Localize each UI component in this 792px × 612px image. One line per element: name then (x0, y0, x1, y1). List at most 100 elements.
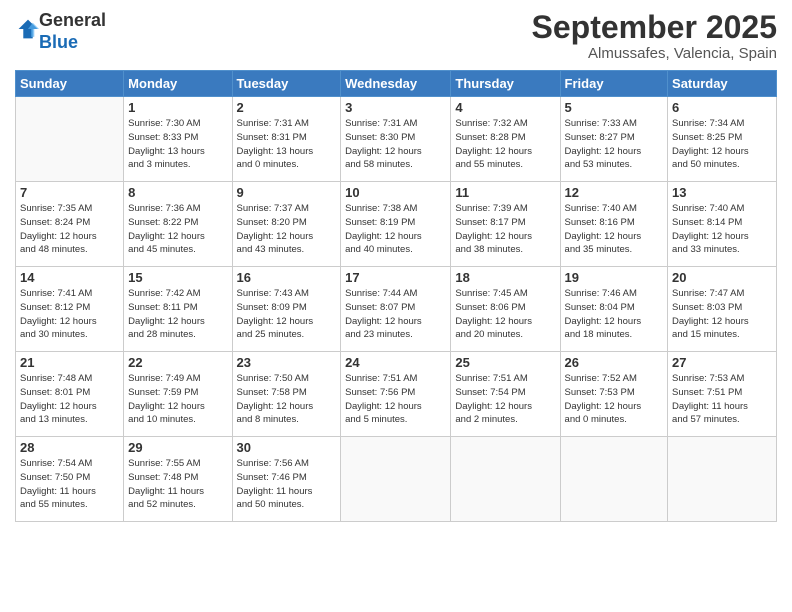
day-number: 16 (237, 270, 337, 285)
day-number: 1 (128, 100, 227, 115)
calendar-cell: 3 Sunrise: 7:31 AM Sunset: 8:30 PM Daylig… (341, 97, 451, 182)
calendar-cell: 25 Sunrise: 7:51 AM Sunset: 7:54 PM Dayli… (451, 352, 560, 437)
day-number: 7 (20, 185, 119, 200)
title-block: September 2025 Almussafes, Valencia, Spa… (532, 10, 777, 62)
calendar-week-row: 7 Sunrise: 7:35 AM Sunset: 8:24 PM Daylig… (16, 182, 777, 267)
calendar-cell: 30Sunrise: 7:56 AM Sunset: 7:46 PM Dayli… (232, 437, 341, 522)
day-info: Sunrise: 7:47 AM Sunset: 8:03 PM Dayligh… (672, 287, 772, 342)
calendar-week-row: 21Sunrise: 7:48 AM Sunset: 8:01 PM Dayli… (16, 352, 777, 437)
calendar-cell (451, 437, 560, 522)
day-number: 3 (345, 100, 446, 115)
day-info: Sunrise: 7:35 AM Sunset: 8:24 PM Dayligh… (20, 202, 119, 257)
day-info: Sunrise: 7:31 AM Sunset: 8:31 PM Dayligh… (237, 117, 337, 172)
day-number: 19 (565, 270, 664, 285)
day-number: 17 (345, 270, 446, 285)
day-info: Sunrise: 7:45 AM Sunset: 8:06 PM Dayligh… (455, 287, 555, 342)
calendar-cell: 5 Sunrise: 7:33 AM Sunset: 8:27 PM Daylig… (560, 97, 668, 182)
day-number: 24 (345, 355, 446, 370)
calendar-cell: 29Sunrise: 7:55 AM Sunset: 7:48 PM Dayli… (124, 437, 232, 522)
calendar-cell: 9 Sunrise: 7:37 AM Sunset: 8:20 PM Daylig… (232, 182, 341, 267)
day-number: 29 (128, 440, 227, 455)
calendar-cell: 4 Sunrise: 7:32 AM Sunset: 8:28 PM Daylig… (451, 97, 560, 182)
day-info: Sunrise: 7:40 AM Sunset: 8:16 PM Dayligh… (565, 202, 664, 257)
day-info: Sunrise: 7:46 AM Sunset: 8:04 PM Dayligh… (565, 287, 664, 342)
calendar-cell: 20Sunrise: 7:47 AM Sunset: 8:03 PM Dayli… (668, 267, 777, 352)
day-info: Sunrise: 7:40 AM Sunset: 8:14 PM Dayligh… (672, 202, 772, 257)
weekday-header-row: SundayMondayTuesdayWednesdayThursdayFrid… (16, 71, 777, 97)
day-number: 9 (237, 185, 337, 200)
day-info: Sunrise: 7:52 AM Sunset: 7:53 PM Dayligh… (565, 372, 664, 427)
day-info: Sunrise: 7:51 AM Sunset: 7:54 PM Dayligh… (455, 372, 555, 427)
day-info: Sunrise: 7:33 AM Sunset: 8:27 PM Dayligh… (565, 117, 664, 172)
day-number: 22 (128, 355, 227, 370)
calendar-cell: 17 Sunrise: 7:44 AM Sunset: 8:07 PM Dayli… (341, 267, 451, 352)
logo-icon (17, 18, 39, 40)
logo: General Blue (15, 10, 106, 53)
day-info: Sunrise: 7:34 AM Sunset: 8:25 PM Dayligh… (672, 117, 772, 172)
day-number: 25 (455, 355, 555, 370)
calendar-cell: 22 Sunrise: 7:49 AM Sunset: 7:59 PM Dayli… (124, 352, 232, 437)
calendar-cell (668, 437, 777, 522)
calendar-cell: 16 Sunrise: 7:43 AM Sunset: 8:09 PM Dayli… (232, 267, 341, 352)
calendar-week-row: 1Sunrise: 7:30 AM Sunset: 8:33 PM Daylig… (16, 97, 777, 182)
calendar-cell (16, 97, 124, 182)
day-number: 23 (237, 355, 337, 370)
calendar-cell: 7 Sunrise: 7:35 AM Sunset: 8:24 PM Daylig… (16, 182, 124, 267)
weekday-header: Sunday (16, 71, 124, 97)
day-info: Sunrise: 7:42 AM Sunset: 8:11 PM Dayligh… (128, 287, 227, 342)
day-number: 12 (565, 185, 664, 200)
day-number: 11 (455, 185, 555, 200)
day-info: Sunrise: 7:44 AM Sunset: 8:07 PM Dayligh… (345, 287, 446, 342)
calendar-cell: 2 Sunrise: 7:31 AM Sunset: 8:31 PM Daylig… (232, 97, 341, 182)
day-info: Sunrise: 7:49 AM Sunset: 7:59 PM Dayligh… (128, 372, 227, 427)
page: General Blue September 2025 Almussafes, … (0, 0, 792, 612)
calendar-cell (341, 437, 451, 522)
day-number: 27 (672, 355, 772, 370)
calendar-cell: 12 Sunrise: 7:40 AM Sunset: 8:16 PM Dayli… (560, 182, 668, 267)
calendar-cell: 18 Sunrise: 7:45 AM Sunset: 8:06 PM Dayli… (451, 267, 560, 352)
day-info: Sunrise: 7:39 AM Sunset: 8:17 PM Dayligh… (455, 202, 555, 257)
calendar-cell: 24 Sunrise: 7:51 AM Sunset: 7:56 PM Dayli… (341, 352, 451, 437)
calendar-cell: 23 Sunrise: 7:50 AM Sunset: 7:58 PM Dayli… (232, 352, 341, 437)
calendar-cell: 14Sunrise: 7:41 AM Sunset: 8:12 PM Dayli… (16, 267, 124, 352)
logo-blue: Blue (39, 32, 78, 52)
weekday-header: Tuesday (232, 71, 341, 97)
calendar-cell: 8Sunrise: 7:36 AM Sunset: 8:22 PM Daylig… (124, 182, 232, 267)
calendar-cell: 19 Sunrise: 7:46 AM Sunset: 8:04 PM Dayli… (560, 267, 668, 352)
day-number: 2 (237, 100, 337, 115)
day-number: 10 (345, 185, 446, 200)
day-info: Sunrise: 7:54 AM Sunset: 7:50 PM Dayligh… (20, 457, 119, 512)
day-number: 4 (455, 100, 555, 115)
day-info: Sunrise: 7:38 AM Sunset: 8:19 PM Dayligh… (345, 202, 446, 257)
day-info: Sunrise: 7:56 AM Sunset: 7:46 PM Dayligh… (237, 457, 337, 512)
weekday-header: Friday (560, 71, 668, 97)
weekday-header: Wednesday (341, 71, 451, 97)
day-info: Sunrise: 7:32 AM Sunset: 8:28 PM Dayligh… (455, 117, 555, 172)
day-info: Sunrise: 7:43 AM Sunset: 8:09 PM Dayligh… (237, 287, 337, 342)
calendar-cell: 10 Sunrise: 7:38 AM Sunset: 8:19 PM Dayli… (341, 182, 451, 267)
day-info: Sunrise: 7:37 AM Sunset: 8:20 PM Dayligh… (237, 202, 337, 257)
day-info: Sunrise: 7:31 AM Sunset: 8:30 PM Dayligh… (345, 117, 446, 172)
day-number: 28 (20, 440, 119, 455)
calendar-cell: 13 Sunrise: 7:40 AM Sunset: 8:14 PM Dayli… (668, 182, 777, 267)
weekday-header: Thursday (451, 71, 560, 97)
day-number: 15 (128, 270, 227, 285)
logo-text: General Blue (39, 10, 106, 53)
calendar-cell: 6Sunrise: 7:34 AM Sunset: 8:25 PM Daylig… (668, 97, 777, 182)
calendar-cell: 28 Sunrise: 7:54 AM Sunset: 7:50 PM Dayli… (16, 437, 124, 522)
header: General Blue September 2025 Almussafes, … (15, 10, 777, 62)
calendar-cell (560, 437, 668, 522)
day-number: 13 (672, 185, 772, 200)
calendar-week-row: 14Sunrise: 7:41 AM Sunset: 8:12 PM Dayli… (16, 267, 777, 352)
calendar-cell: 11 Sunrise: 7:39 AM Sunset: 8:17 PM Dayli… (451, 182, 560, 267)
day-info: Sunrise: 7:50 AM Sunset: 7:58 PM Dayligh… (237, 372, 337, 427)
logo-general: General (39, 10, 106, 30)
calendar-week-row: 28 Sunrise: 7:54 AM Sunset: 7:50 PM Dayli… (16, 437, 777, 522)
day-number: 18 (455, 270, 555, 285)
day-info: Sunrise: 7:51 AM Sunset: 7:56 PM Dayligh… (345, 372, 446, 427)
day-number: 21 (20, 355, 119, 370)
calendar-cell: 21Sunrise: 7:48 AM Sunset: 8:01 PM Dayli… (16, 352, 124, 437)
weekday-header: Saturday (668, 71, 777, 97)
day-number: 5 (565, 100, 664, 115)
day-number: 14 (20, 270, 119, 285)
